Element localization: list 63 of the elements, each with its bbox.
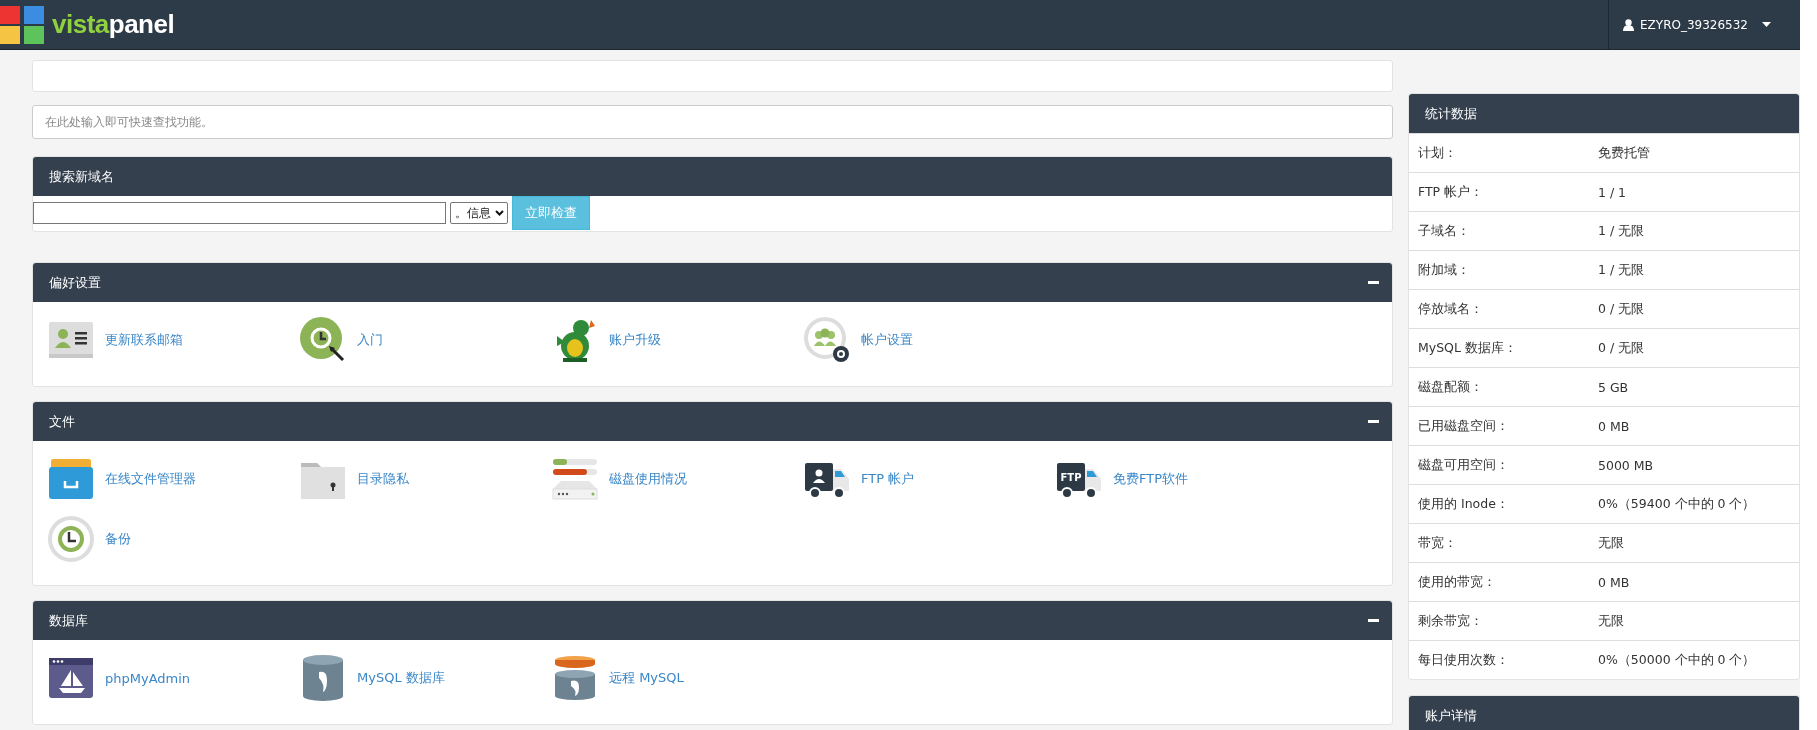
stat-label: 停放域名： bbox=[1417, 300, 1484, 318]
search-field[interactable]: 在此处输入即可快速查找功能。 bbox=[32, 105, 1393, 139]
stat-value: 0%（50000 个中的 0 个） bbox=[1598, 651, 1756, 669]
caret-icon bbox=[1762, 22, 1771, 27]
feature-link[interactable]: 账户升级 bbox=[551, 316, 803, 364]
stat-value: 0 / 无限 bbox=[1598, 339, 1645, 357]
section-title: 偏好设置 bbox=[49, 273, 101, 292]
stat-value: 0%（59400 个中的 0 个） bbox=[1598, 495, 1756, 513]
feature-link[interactable]: 远程 MySQL bbox=[551, 654, 803, 702]
feature-link[interactable]: 在线文件管理器 bbox=[47, 455, 299, 503]
stat-value: 免费托管 bbox=[1598, 144, 1650, 162]
stat-value: 1 / 无限 bbox=[1598, 222, 1645, 240]
stat-label: MySQL 数据库： bbox=[1417, 339, 1518, 357]
stat-label: 每日使用次数： bbox=[1417, 651, 1510, 669]
users-gear-icon bbox=[803, 316, 851, 364]
stat-value: 5 GB bbox=[1598, 379, 1629, 395]
feature-link[interactable]: FTP 免费FTP软件 bbox=[1055, 455, 1307, 503]
logo-icon bbox=[0, 5, 46, 44]
stat-label: 带宽： bbox=[1417, 534, 1458, 552]
feature-link[interactable]: 帐户设置 bbox=[803, 316, 1055, 364]
stat-value: 0 MB bbox=[1598, 418, 1630, 434]
stat-value: 无限 bbox=[1598, 612, 1624, 630]
stat-label: 磁盘可用空间： bbox=[1417, 456, 1510, 474]
stat-value: 5000 MB bbox=[1598, 457, 1654, 473]
tld-dropdown[interactable]: 。信息 bbox=[450, 202, 508, 224]
stat-label: 已用磁盘空间： bbox=[1417, 417, 1510, 435]
stat-label: 使用的 Inode： bbox=[1417, 495, 1510, 513]
stat-label: 子域名： bbox=[1417, 222, 1471, 240]
feature-link[interactable]: 备份 bbox=[47, 515, 299, 563]
feature-link[interactable]: 目录隐私 bbox=[299, 455, 551, 503]
section-title: 文件 bbox=[49, 412, 75, 431]
panel-header: 搜索新域名 bbox=[33, 157, 1392, 196]
user-icon bbox=[1623, 18, 1634, 31]
panel-header: 统计数据 bbox=[1409, 94, 1799, 133]
stat-value: 0 / 无限 bbox=[1598, 300, 1645, 318]
logo-text: vistapanel bbox=[52, 9, 175, 40]
stat-value: 1 / 无限 bbox=[1598, 261, 1645, 279]
clock-cursor-icon bbox=[299, 316, 347, 364]
user-menu[interactable]: EZYRO_39326532 bbox=[1608, 0, 1783, 50]
feature-link[interactable]: 磁盘使用情况 bbox=[551, 455, 803, 503]
feature-link[interactable]: MySQL 数据库 bbox=[299, 654, 551, 702]
feature-link[interactable]: FTP 帐户 bbox=[803, 455, 1055, 503]
chevron-down-icon bbox=[495, 210, 504, 216]
section-title: 数据库 bbox=[49, 611, 88, 630]
backup-clock-icon bbox=[47, 515, 95, 563]
collapse-icon[interactable] bbox=[1368, 281, 1379, 284]
feature-link[interactable]: 入门 bbox=[299, 316, 551, 364]
domain-field[interactable] bbox=[33, 202, 446, 224]
check-button[interactable]: 立即检查 bbox=[512, 196, 590, 230]
stat-value: 0 MB bbox=[1598, 574, 1630, 590]
feature-link[interactable]: 更新联系邮箱 bbox=[47, 316, 299, 364]
stat-label: 剩余带宽： bbox=[1417, 612, 1484, 630]
feature-link[interactable]: phpMyAdmin bbox=[47, 654, 299, 702]
collapse-icon[interactable] bbox=[1368, 619, 1379, 622]
stat-value: 无限 bbox=[1598, 534, 1624, 552]
stat-label: FTP 帐户： bbox=[1417, 183, 1485, 201]
stat-label: 使用的带宽： bbox=[1417, 573, 1497, 591]
stat-value: 1 / 1 bbox=[1598, 184, 1627, 200]
panel-header: 账户详情 bbox=[1409, 696, 1799, 730]
stat-label: 磁盘配额： bbox=[1417, 378, 1484, 396]
stat-label: 计划： bbox=[1417, 144, 1458, 162]
collapse-icon[interactable] bbox=[1368, 420, 1379, 423]
stat-label: 附加域： bbox=[1417, 261, 1471, 279]
